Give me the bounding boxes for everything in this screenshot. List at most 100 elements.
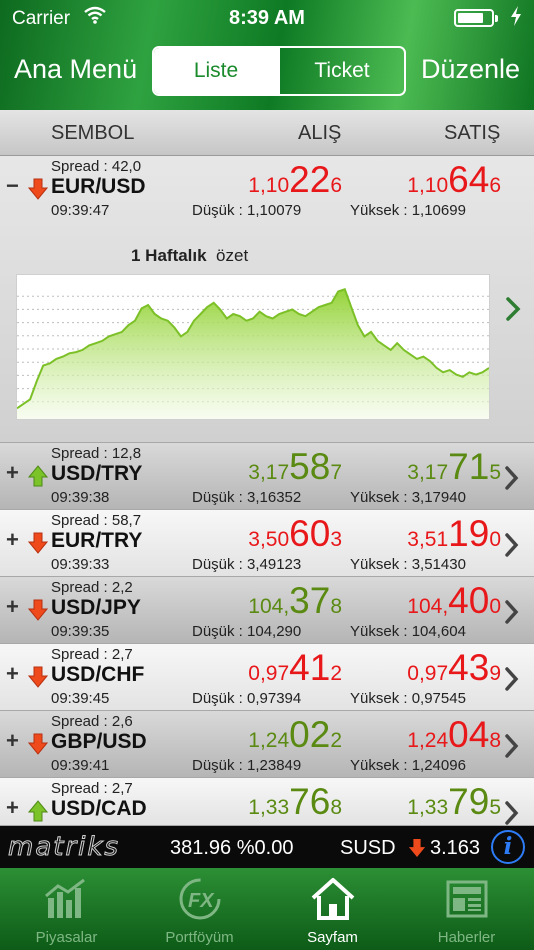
instrument-row[interactable]: + Spread : 2,7 USD/CHF 09:39:45 0,97412 0,974…: [0, 644, 534, 711]
low-label: Düşük : 1,23849: [192, 757, 302, 774]
tab-label: Sayfam: [307, 929, 358, 946]
symbol-label: USD/TRY: [51, 462, 143, 485]
battery-icon: [454, 9, 498, 27]
instrument-row[interactable]: + Spread : 2,2 USD/JPY 09:39:35 104,378 104,4…: [0, 577, 534, 644]
expand-toggle[interactable]: +: [6, 594, 19, 620]
trend-up-icon: [27, 800, 49, 827]
row-chevron-right-icon[interactable]: [504, 465, 520, 496]
chart-area: [17, 289, 489, 419]
charging-icon: [510, 6, 522, 32]
collapse-toggle[interactable]: −: [6, 173, 19, 199]
tab-label: Haberler: [437, 929, 496, 946]
trend-down-icon: [27, 599, 49, 626]
svg-text:FX: FX: [188, 890, 215, 912]
spread-label: Spread : 2,7: [51, 780, 133, 797]
high-label: Yüksek : 1,10699: [350, 202, 466, 219]
ask-price: 1,33795: [407, 781, 501, 822]
home-icon: [310, 876, 356, 927]
tab-label: Piyasalar: [35, 929, 98, 946]
high-label: Yüksek : 3,51430: [350, 556, 466, 573]
top-bar: Carrier 8:39 AM Ana Menü Liste Ticket Dü…: [0, 0, 534, 110]
weekly-chart[interactable]: [16, 274, 490, 420]
instrument-row[interactable]: + Spread : 12,8 USD/TRY 09:39:38 3,17587 3,17…: [0, 443, 534, 510]
spread-label: Spread : 2,2: [51, 579, 133, 596]
tab-piyasalar[interactable]: Piyasalar: [0, 868, 133, 950]
row-chevron-right-icon[interactable]: [504, 666, 520, 697]
edit-button[interactable]: Düzenle: [421, 54, 520, 85]
tab-bar: Piyasalar FX Portföyüm Sayfam Haberler: [0, 868, 534, 950]
low-label: Düşük : 3,16352: [192, 489, 302, 506]
column-symbol: SEMBOL: [51, 122, 135, 144]
high-label: Yüksek : 1,24096: [350, 757, 466, 774]
column-header: SEMBOL ALIŞ SATIŞ: [0, 110, 534, 156]
time-label: 09:39:45: [51, 690, 110, 707]
expand-toggle[interactable]: +: [6, 460, 19, 486]
high-label: Yüksek : 104,604: [350, 623, 466, 640]
row-chevron-right-icon[interactable]: [504, 733, 520, 764]
main-menu-button[interactable]: Ana Menü: [14, 54, 137, 85]
news-icon: [444, 876, 490, 927]
segment-liste[interactable]: Liste: [154, 48, 278, 94]
low-label: Düşük : 1,10079: [192, 202, 302, 219]
ask-price: 3,51190: [407, 513, 501, 554]
ticker-trend-down-icon: [408, 838, 426, 864]
spread-label: Spread : 2,7: [51, 646, 133, 663]
ticker-text: 381.96 %0.00: [170, 837, 294, 859]
ask-price: 0,97439: [407, 647, 501, 688]
info-button[interactable]: i: [491, 830, 525, 864]
low-label: Düşük : 104,290: [192, 623, 302, 640]
ask-price: 1,10646: [407, 159, 501, 200]
symbol-label: USD/CAD: [51, 797, 147, 820]
expand-toggle[interactable]: +: [6, 728, 19, 754]
trend-up-icon: [27, 465, 49, 492]
segment-ticket[interactable]: Ticket: [278, 48, 404, 94]
tab-portfoyum[interactable]: FX Portföyüm: [133, 868, 266, 950]
expand-toggle[interactable]: +: [6, 661, 19, 687]
symbol-label: EUR/TRY: [51, 529, 143, 552]
ticker-value: 3.163: [430, 837, 481, 859]
weekly-summary-title: 1 Haftalık özet: [131, 246, 249, 265]
spread-label: Spread : 42,0: [51, 158, 142, 175]
instrument-row[interactable]: + Spread : 2,7 USD/CAD 1,33768 1,33795: [0, 778, 534, 826]
ask-price: 104,400: [407, 580, 501, 621]
bid-price: 1,24022: [248, 714, 342, 755]
time-label: 09:39:38: [51, 489, 110, 506]
symbol-label: USD/JPY: [51, 596, 141, 619]
symbol-label: GBP/USD: [51, 730, 147, 753]
tab-label: Portföyüm: [165, 929, 234, 946]
weekly-chart-svg: [16, 288, 490, 419]
ticker-bar: matriks 381.96 %0.00 SUSD 3.163 i: [0, 826, 534, 868]
tab-sayfam[interactable]: Sayfam: [266, 868, 399, 950]
matriks-logo: matriks: [8, 832, 120, 863]
time-label: 09:39:33: [51, 556, 110, 573]
symbol-label: USD/CHF: [51, 663, 145, 686]
bid-price: 3,50603: [248, 513, 342, 554]
ask-price: 1,24048: [407, 714, 501, 755]
column-ask: SATIŞ: [444, 122, 501, 144]
trend-down-icon: [27, 666, 49, 693]
spread-label: Spread : 58,7: [51, 512, 142, 529]
time-label: 09:39:41: [51, 757, 110, 774]
view-segmented-control: Liste Ticket: [152, 46, 406, 96]
low-label: Düşük : 0,97394: [192, 690, 302, 707]
trend-down-icon: [27, 532, 49, 559]
ticker-symbol: SUSD: [340, 837, 396, 859]
row-chevron-right-icon[interactable]: [504, 599, 520, 630]
chart-chevron-right-icon[interactable]: [504, 296, 522, 327]
low-label: Düşük : 3,49123: [192, 556, 302, 573]
row-chevron-right-icon[interactable]: [504, 532, 520, 563]
high-label: Yüksek : 0,97545: [350, 690, 466, 707]
expand-toggle[interactable]: +: [6, 527, 19, 553]
bid-price: 104,378: [248, 580, 342, 621]
bid-price: 0,97412: [248, 647, 342, 688]
expand-toggle[interactable]: +: [6, 795, 19, 821]
tab-haberler[interactable]: Haberler: [400, 868, 533, 950]
bid-price: 3,17587: [248, 446, 342, 487]
instrument-row[interactable]: + Spread : 2,6 GBP/USD 09:39:41 1,24022 1,240…: [0, 711, 534, 778]
bid-price: 1,33768: [248, 781, 342, 822]
trend-down-icon: [27, 733, 49, 760]
trend-down-icon: [27, 178, 49, 205]
instrument-row[interactable]: + Spread : 58,7 EUR/TRY 09:39:33 3,50603 3,51…: [0, 510, 534, 577]
column-bid: ALIŞ: [298, 122, 342, 144]
high-label: Yüksek : 3,17940: [350, 489, 466, 506]
